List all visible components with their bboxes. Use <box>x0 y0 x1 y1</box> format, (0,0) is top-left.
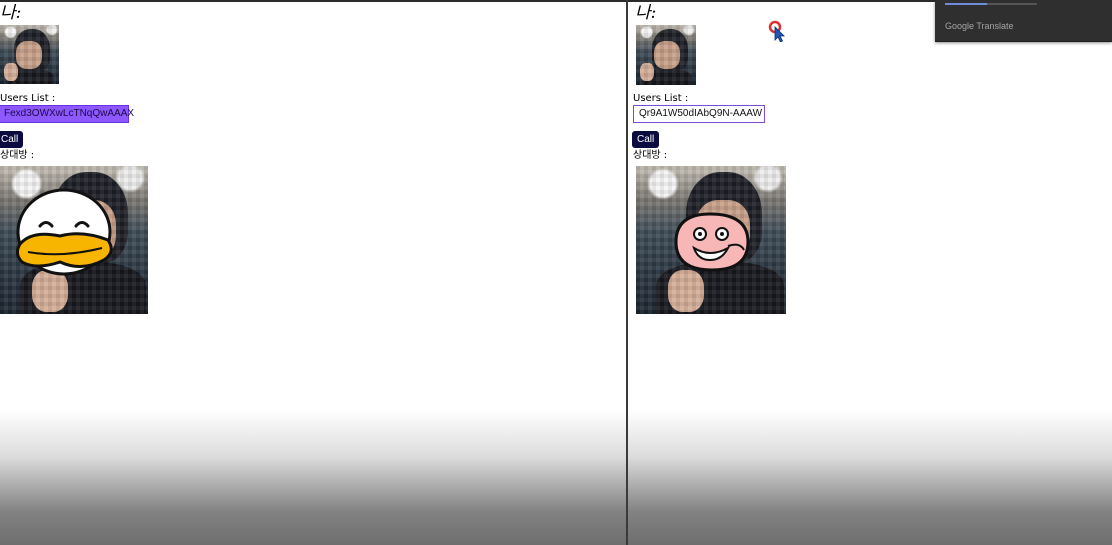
me-label: 나: <box>0 3 22 23</box>
local-video-thumbnail <box>0 25 59 84</box>
right-browser-pane: 나: Users List : Qr9A1W50dIAbQ9N-AAAW Cal… <box>628 0 1112 545</box>
mouse-cursor-icon <box>768 20 785 42</box>
peer-label: 상대방 : <box>633 150 668 161</box>
call-button[interactable]: Call <box>0 131 24 148</box>
popup-tab-active[interactable] <box>945 3 987 5</box>
duck-sticker <box>15 188 113 276</box>
user-id-item[interactable]: Qr9A1W50dIAbQ9N-AAAW <box>633 105 765 123</box>
popup-tab[interactable] <box>987 3 1037 5</box>
translate-popup: Google Translate <box>935 0 1112 42</box>
users-list-label: Users List : <box>0 93 56 104</box>
local-video-thumbnail <box>636 25 696 85</box>
pane-divider <box>626 0 628 545</box>
user-id-item[interactable]: Fexd3OWXwLcTNqQwAAAX <box>0 105 134 123</box>
remote-video <box>636 166 786 314</box>
left-browser-pane: 나: Users List : Fexd3OWXwLcTNqQwAAAX Cal… <box>0 0 626 545</box>
me-label: 나: <box>635 3 657 23</box>
remote-video <box>0 166 148 314</box>
call-button[interactable]: Call <box>632 131 660 148</box>
users-list-label: Users List : <box>633 93 689 104</box>
peer-label: 상대방 : <box>0 150 35 161</box>
google-translate-label[interactable]: Google Translate <box>945 21 1014 31</box>
peach-sticker <box>674 212 750 272</box>
